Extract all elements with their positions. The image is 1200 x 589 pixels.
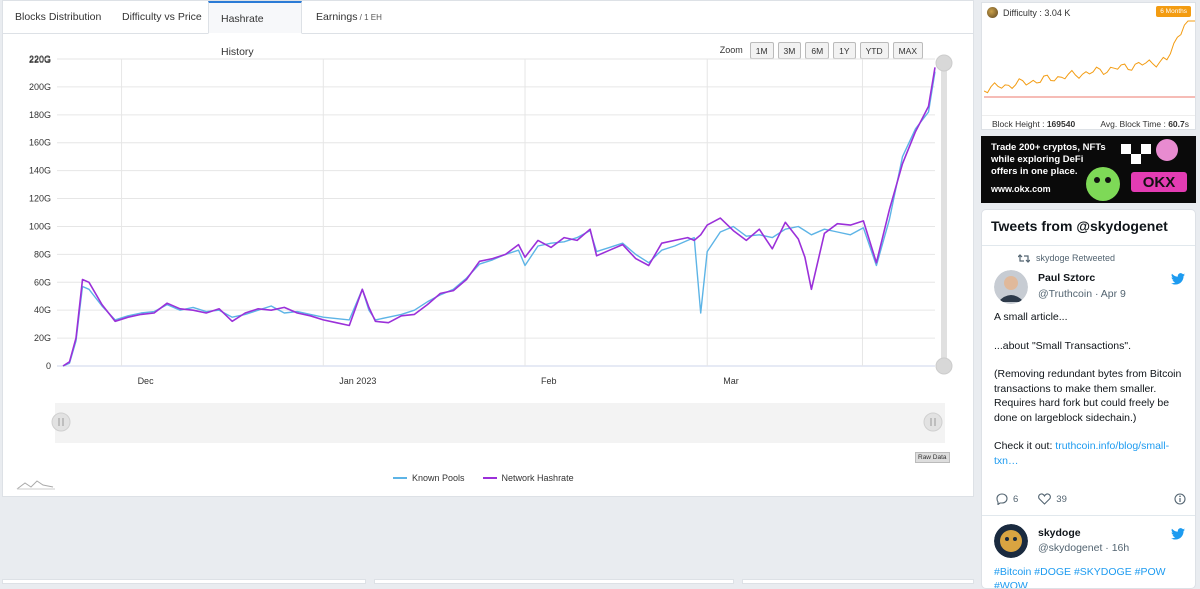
reply-icon[interactable] — [996, 493, 1008, 505]
okx-ad-banner[interactable]: Trade 200+ cryptos, NFTs while exploring… — [981, 136, 1196, 203]
y-tick-label: 180G — [29, 110, 51, 120]
x-tick-label: Jan 2023 — [339, 376, 376, 386]
y-axis-ticks: 0 20G 40G 60G 80G 100G 120G 140G 160G 180G 200G 220… — [29, 54, 51, 371]
legend-network-hashrate-swatch — [482, 477, 497, 479]
y-scrollbar-top-handle[interactable] — [935, 54, 953, 72]
bottom-panel-1 — [2, 579, 366, 584]
raw-data-button[interactable]: Raw Data — [915, 452, 950, 463]
avg-block-time-label: Avg. Block Time : — [1100, 119, 1169, 129]
block-height: Block Height : 169540 — [992, 119, 1075, 129]
ad-okx-logo: OKX — [1143, 174, 1176, 191]
difficulty-label: Difficulty : 3.04 K — [1003, 7, 1071, 18]
twitter-timeline-title[interactable]: Tweets from @skydogenet — [991, 218, 1168, 234]
chart-legend: Known Pools Network Hashrate — [393, 473, 574, 483]
tweet1-actions: 6 39 — [996, 493, 1186, 505]
tweet1-line-3: (Removing redundant bytes from Bitcoin t… — [994, 368, 1182, 424]
tweet1-author-name[interactable]: Paul Sztorc — [1038, 272, 1095, 284]
chart-panel: Blocks Distribution Difficulty vs Price … — [2, 0, 974, 497]
y-tick-label-top: 220G — [29, 55, 51, 65]
y-tick-label: 20G — [34, 333, 51, 343]
tweet-separator — [982, 515, 1195, 516]
ad-okx-logo-block-2 — [1141, 144, 1151, 154]
known-pools-line[interactable] — [62, 71, 936, 367]
block-height-value: 169540 — [1046, 119, 1076, 129]
like-heart-icon[interactable] — [1038, 493, 1052, 505]
block-height-label: Block Height : — [992, 119, 1047, 129]
x-tick-label: Feb — [541, 376, 557, 386]
tweet1-line-gap-3 — [994, 425, 1184, 439]
skydoge-coin-icon — [987, 7, 998, 18]
tweet1-line-gap-2 — [994, 353, 1184, 367]
twitter-header-divider — [982, 245, 1195, 246]
y-tick-label: 80G — [34, 249, 51, 259]
ad-okx-logo-block-3 — [1131, 154, 1141, 164]
mini-navigator-series — [16, 480, 54, 490]
avg-block-time: Avg. Block Time : 60.7s — [1100, 119, 1189, 129]
avg-block-time-unit: s — [1184, 119, 1189, 129]
ad-green-creature-icon — [1086, 167, 1120, 201]
y-tick-label: 60G — [34, 277, 51, 287]
info-icon[interactable] — [1174, 493, 1186, 505]
difficulty-sparkline-line — [984, 20, 1195, 94]
legend-network-hashrate-label: Network Hashrate — [501, 473, 574, 483]
bottom-panel-2 — [374, 579, 734, 584]
y-scrollbar-track[interactable] — [941, 63, 947, 366]
ad-okx-logo-block-1 — [1121, 144, 1131, 154]
tweet1-reply-count: 6 — [1013, 493, 1019, 505]
legend-known-pools-label: Known Pools — [412, 473, 465, 483]
ad-artwork: OKX — [1086, 139, 1187, 201]
retweet-indicator: skydoge Retweeted — [1018, 253, 1115, 263]
difficulty-footer: Block Height : 169540 Avg. Block Time : … — [982, 115, 1195, 130]
x-tick-label: Mar — [723, 376, 739, 386]
twitter-bird-icon-2[interactable] — [1171, 528, 1185, 540]
twitter-bird-icon[interactable] — [1171, 273, 1185, 285]
y-tick-label: 0 — [46, 361, 51, 371]
retweet-icon — [1018, 253, 1030, 263]
y-tick-label: 160G — [29, 138, 51, 148]
tweet2-hashtags[interactable]: #Bitcoin #DOGE #SKYDOGE #POW #WOW — [994, 565, 1194, 588]
legend-network-hashrate[interactable]: Network Hashrate — [482, 473, 574, 483]
tweet1-like-count: 39 — [1056, 493, 1067, 505]
tweet2-author-name[interactable]: skydoge — [1038, 527, 1081, 539]
difficulty-sparkline — [984, 20, 1195, 98]
tweet1-body: A small article... ...about "Small Trans… — [994, 310, 1184, 468]
x-axis-ticks: Dec Jan 2023 Feb Mar — [138, 376, 739, 386]
bottom-panels-strip — [0, 579, 975, 584]
y-tick-label: 200G — [29, 82, 51, 92]
navigator-right-handle[interactable] — [923, 412, 943, 432]
network-hashrate-line[interactable] — [62, 67, 936, 367]
navigator-area[interactable] — [55, 403, 945, 443]
avg-block-time-value: 60.7 — [1168, 119, 1185, 129]
y-scrollbar-bottom-handle[interactable] — [935, 357, 953, 375]
legend-known-pools-swatch — [393, 477, 407, 479]
ad-creature-eye-right — [1105, 177, 1111, 183]
tweet1-line-4: Check it out: truthcoin.info/blog/small-… — [994, 439, 1184, 468]
tweet1-line-gap-1 — [994, 325, 1184, 339]
tweet2-author-handle[interactable]: @skydogenet · 16h — [1038, 542, 1129, 554]
chart-series — [62, 67, 936, 367]
ad-creature-eye-left — [1094, 177, 1100, 183]
x-tick-label: Dec — [138, 376, 155, 386]
skydoge-avatar[interactable] — [994, 524, 1028, 558]
navigator-left-handle[interactable] — [51, 412, 71, 432]
retweet-label: skydoge Retweeted — [1036, 253, 1116, 263]
y-tick-label: 140G — [29, 166, 51, 176]
difficulty-widget: Difficulty : 3.04 K 6 Months Block Heigh… — [981, 2, 1196, 130]
tweet1-author-handle[interactable]: @Truthcoin · Apr 9 — [1038, 288, 1126, 300]
ad-pink-creature-icon — [1156, 139, 1178, 161]
tweet1-line-1: A small article... — [994, 311, 1068, 323]
chart-grid — [57, 58, 935, 367]
twitter-timeline: Tweets from @skydogenet skydoge Retweete… — [981, 209, 1196, 589]
bottom-panel-3 — [742, 579, 974, 584]
paul-sztorc-avatar[interactable] — [994, 270, 1028, 304]
difficulty-header: Difficulty : 3.04 K — [987, 7, 1070, 18]
hashrate-chart: 0 20G 40G 60G 80G 100G 120G 140G 160G 180G 200G 220… — [16, 54, 953, 490]
y-tick-label: 120G — [29, 194, 51, 204]
y-tick-label: 100G — [29, 221, 51, 231]
tweet1-line-2: ...about "Small Transactions". — [994, 339, 1132, 352]
legend-known-pools[interactable]: Known Pools — [393, 473, 465, 483]
y-tick-label: 40G — [34, 305, 51, 315]
tweet1-check-prefix: Check it out: — [994, 440, 1056, 452]
difficulty-range-badge[interactable]: 6 Months — [1156, 6, 1191, 17]
